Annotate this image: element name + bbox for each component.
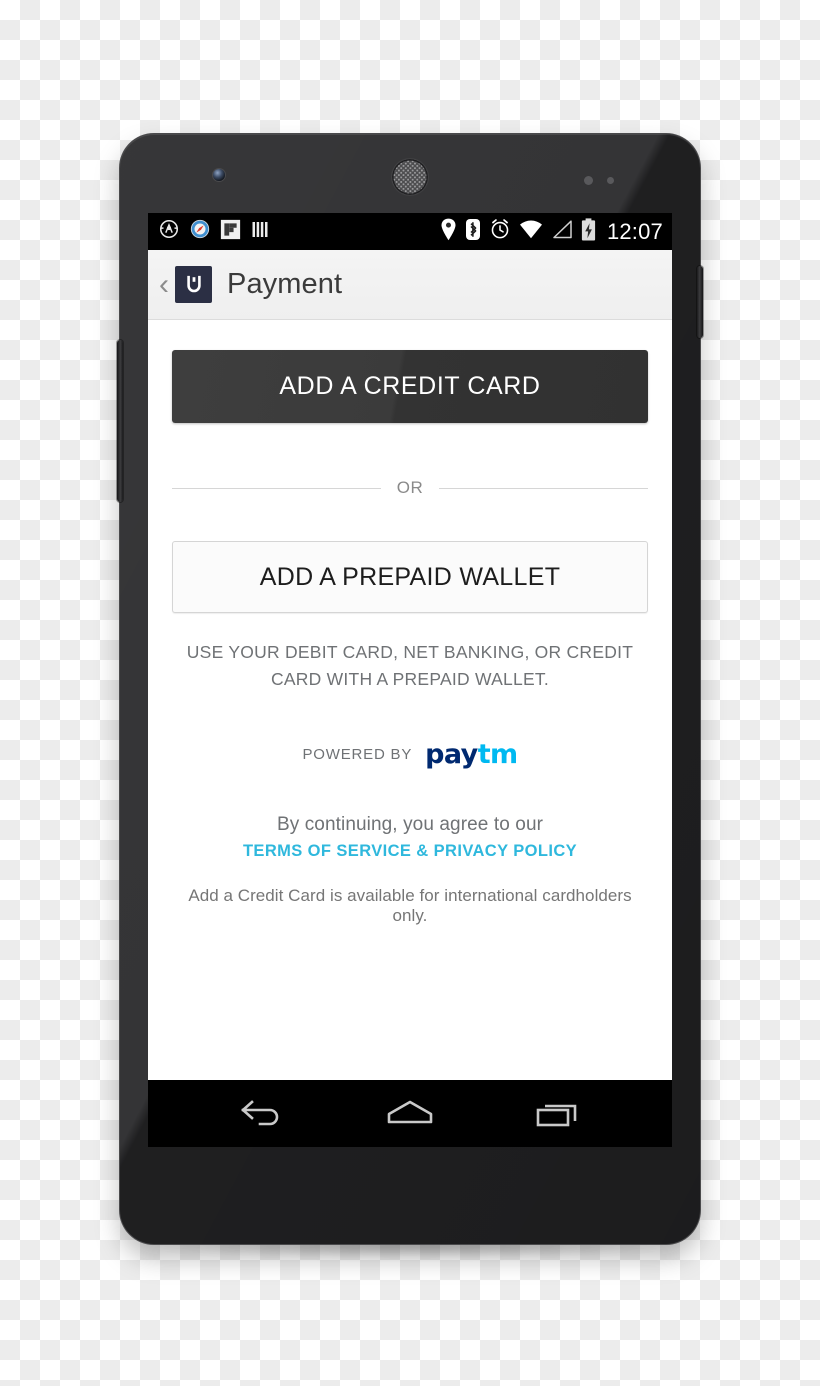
add-credit-card-button[interactable]: ADD A CREDIT CARD: [172, 350, 648, 423]
terms-and-privacy-link[interactable]: TERMS OF SERVICE & PRIVACY POLICY: [172, 842, 648, 861]
bars-icon: [250, 219, 270, 245]
app-header-bar: ‹ Payment: [148, 250, 672, 320]
wallet-help-text: USE YOUR DEBIT CARD, NET BANKING, OR CRE…: [186, 642, 634, 690]
page-title: Payment: [227, 268, 343, 300]
agreement-text: By continuing, you agree to our: [276, 814, 544, 836]
browser-compass-icon: [189, 218, 211, 245]
divider-line-left: [172, 487, 381, 489]
battery-charging-icon: [581, 217, 596, 246]
earpiece-speaker-icon: [392, 159, 428, 195]
paytm-logo-tm: tm: [477, 739, 518, 771]
app-notification-icon: [158, 218, 180, 245]
international-cardholders-note: Add a Credit Card is available for inter…: [188, 886, 632, 926]
front-camera-icon: [213, 169, 225, 181]
proximity-sensor-icon: [584, 176, 593, 185]
alarm-clock-icon: [489, 218, 511, 245]
nav-back-button[interactable]: [217, 1086, 307, 1141]
uber-logo-icon: [175, 266, 212, 303]
power-button[interactable]: [697, 266, 703, 338]
back-chevron-icon[interactable]: ‹: [159, 269, 169, 300]
status-bar-notification-icons: [158, 218, 270, 245]
flipboard-icon: [220, 219, 241, 245]
add-prepaid-wallet-button[interactable]: ADD A PREPAID WALLET: [172, 541, 648, 613]
status-bar-clock: 12:07: [606, 218, 663, 244]
divider-line-right: [439, 487, 648, 489]
or-label: OR: [396, 478, 424, 497]
status-bar: 12:07: [148, 213, 672, 250]
or-divider: OR: [172, 478, 648, 498]
wifi-icon: [519, 220, 543, 244]
bluetooth-icon: [465, 218, 481, 246]
payment-content-area: ADD A CREDIT CARD OR ADD A PREPAID WALLE…: [148, 320, 672, 1080]
agreement-block: By continuing, you agree to our TERMS OF…: [172, 814, 648, 861]
phone-screen: 12:07 ‹ Payment ADD A CREDIT CARD OR ADD…: [148, 213, 672, 1147]
cellular-signal-icon: [551, 219, 573, 244]
location-pin-icon: [440, 218, 457, 246]
status-bar-system-icons: 12:07: [440, 217, 663, 246]
nav-recents-button[interactable]: [513, 1086, 603, 1141]
android-navigation-bar: [148, 1080, 672, 1147]
paytm-logo: paytm: [425, 739, 518, 771]
light-sensor-icon: [607, 177, 614, 184]
paytm-logo-pay: pay: [425, 739, 478, 771]
volume-rocker-button[interactable]: [117, 340, 123, 502]
powered-by-row: POWERED BY paytm: [172, 739, 648, 770]
powered-by-label: POWERED BY: [302, 746, 413, 764]
nav-home-button[interactable]: [365, 1086, 455, 1141]
